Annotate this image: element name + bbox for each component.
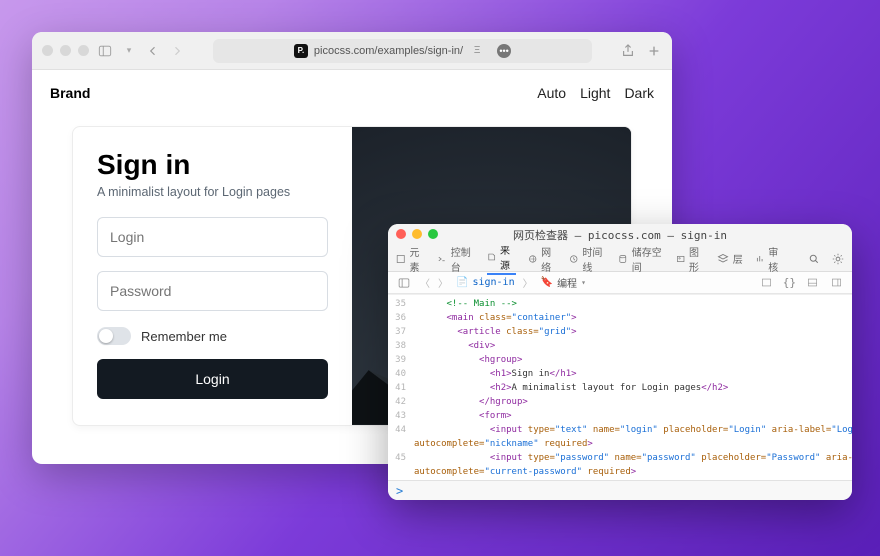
tab-network[interactable]: 网络	[528, 244, 557, 274]
privacy-report-icon[interactable]: •••	[497, 44, 511, 58]
file-icon: 📄	[456, 277, 468, 288]
remember-switch[interactable]	[97, 327, 131, 345]
brand-link[interactable]: Brand	[50, 85, 90, 101]
sidebar-toggle-icon[interactable]	[396, 275, 412, 291]
inspector-titlebar[interactable]: 网页检查器 — picocss.com — sign-in	[388, 224, 852, 246]
inspector-breadcrumb: 〈〉 📄sign-in 〉 🔖编程▾ {}	[388, 272, 852, 294]
remember-label: Remember me	[141, 329, 227, 344]
settings-icon[interactable]	[832, 253, 844, 265]
tag-icon: 🔖	[541, 277, 553, 288]
close-dot[interactable]	[42, 45, 53, 56]
panel-toggle-3-icon[interactable]	[828, 275, 844, 291]
traffic-lights[interactable]	[42, 45, 89, 56]
panel-toggle-2-icon[interactable]	[804, 275, 820, 291]
signin-heading: Sign in	[97, 149, 328, 181]
url-text: picocss.com/examples/sign-in/	[314, 45, 463, 57]
tab-audit[interactable]: 审核	[755, 244, 784, 274]
source-code: 35 <!-- Main -->36 <main class="containe…	[388, 295, 852, 480]
inspector-tabs: 元素 控制台 来源 网络 时间线 储存空间 图形 层 审核	[388, 246, 852, 272]
tab-graphics[interactable]: 图形	[676, 244, 705, 274]
address-bar[interactable]: P. picocss.com/examples/sign-in/ Ξ •••	[213, 39, 592, 63]
tab-layers[interactable]: 层	[717, 251, 743, 266]
new-tab-icon[interactable]	[646, 43, 662, 59]
breadcrumb-mode[interactable]: 编程	[557, 275, 577, 290]
web-inspector-window: 网页检查器 — picocss.com — sign-in 元素 控制台 来源 …	[388, 224, 852, 500]
sidebar-icon[interactable]	[97, 43, 113, 59]
console-prompt-icon: >	[396, 484, 403, 498]
zoom-dot[interactable]	[428, 229, 438, 239]
panel-toggle-1-icon[interactable]	[759, 275, 775, 291]
signin-subheading: A minimalist layout for Login pages	[97, 185, 328, 199]
forward-icon[interactable]	[169, 43, 185, 59]
theme-dark[interactable]: Dark	[624, 85, 654, 101]
share-icon[interactable]	[620, 43, 636, 59]
signin-form-pane: Sign in A minimalist layout for Login pa…	[73, 127, 352, 425]
search-icon[interactable]	[808, 253, 820, 265]
inspector-title-text: 网页检查器 — picocss.com — sign-in	[513, 227, 727, 243]
theme-light[interactable]: Light	[580, 85, 610, 101]
inspector-traffic-lights[interactable]	[396, 229, 438, 239]
tab-elements[interactable]: 元素	[396, 244, 425, 274]
login-input[interactable]	[97, 217, 328, 257]
submit-button[interactable]: Login	[97, 359, 328, 399]
chevron-down-icon[interactable]: ▾	[121, 43, 137, 59]
inspector-source-pane[interactable]: 35 <!-- Main -->36 <main class="containe…	[388, 294, 852, 480]
inspector-console-footer[interactable]: >	[388, 480, 852, 500]
page-nav: Brand Auto Light Dark	[32, 70, 672, 116]
tab-timeline[interactable]: 时间线	[569, 244, 606, 274]
breadcrumb-file[interactable]: sign-in	[472, 277, 514, 288]
password-input[interactable]	[97, 271, 328, 311]
tab-storage[interactable]: 储存空间	[618, 244, 663, 274]
close-dot[interactable]	[396, 229, 406, 239]
minimize-dot[interactable]	[412, 229, 422, 239]
site-favicon: P.	[294, 44, 308, 58]
minimize-dot[interactable]	[60, 45, 71, 56]
theme-auto[interactable]: Auto	[537, 85, 566, 101]
zoom-dot[interactable]	[78, 45, 89, 56]
reader-icon[interactable]: Ξ	[469, 43, 485, 59]
tab-sources[interactable]: 来源	[487, 242, 516, 275]
tab-console[interactable]: 控制台	[437, 244, 474, 274]
browser-toolbar: ▾ P. picocss.com/examples/sign-in/ Ξ •••	[32, 32, 672, 70]
back-icon[interactable]	[145, 43, 161, 59]
